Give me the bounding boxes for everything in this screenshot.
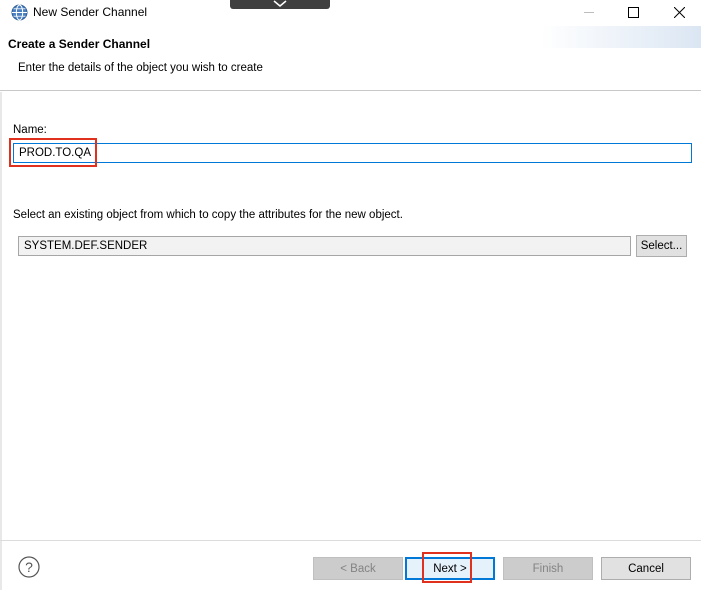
copy-from-label: Select an existing object from which to … [13,209,403,221]
header-decoration [541,26,701,48]
header-divider [0,90,701,91]
help-button[interactable]: ? [18,556,40,578]
minimize-button[interactable] [566,0,612,26]
wizard-description: Enter the details of the object you wish… [18,62,263,74]
name-label: Name: [13,124,47,136]
maximize-button[interactable] [610,0,656,26]
copy-from-input[interactable] [18,236,631,256]
overlay-dropdown-tab[interactable] [230,0,330,9]
globe-icon [11,4,28,21]
wizard-title: Create a Sender Channel [8,37,151,51]
close-button[interactable] [656,0,701,26]
left-edge-divider [0,92,2,590]
name-input[interactable] [13,143,692,163]
help-icon: ? [18,556,40,581]
footer-divider [0,540,701,541]
window-title: New Sender Channel [33,5,148,19]
finish-button[interactable]: Finish [503,557,593,580]
cancel-button[interactable]: Cancel [601,557,691,580]
select-button[interactable]: Select... [636,235,687,257]
next-button[interactable]: Next > [405,557,495,580]
wizard-header: Create a Sender Channel Enter the detail… [0,26,701,91]
back-button[interactable]: < Back [313,557,403,580]
svg-text:?: ? [25,559,33,575]
title-bar: New Sender Channel [0,0,701,26]
